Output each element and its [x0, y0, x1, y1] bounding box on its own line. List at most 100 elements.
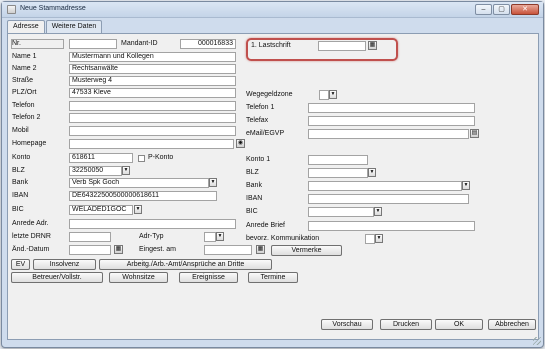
adr-typ-dropdown-icon[interactable]: ▼ — [216, 232, 224, 241]
wegegeldzone-dropdown-icon[interactable]: ▼ — [329, 90, 337, 99]
minimize-button[interactable]: – — [475, 4, 492, 15]
mobil-input[interactable] — [69, 126, 236, 136]
calendar-icon[interactable]: ▦ — [368, 41, 377, 50]
blz-right-label: BLZ — [246, 169, 259, 176]
kommunikation-input[interactable] — [365, 234, 375, 244]
p-konto-checkbox[interactable] — [138, 155, 145, 162]
eingest-am-label: Eingest. am — [139, 246, 176, 253]
bank-label: Bank — [12, 179, 28, 186]
kommunikation-label: bevorz. Kommunikation — [246, 235, 320, 242]
wohnsitze-button[interactable]: Wohnsitze — [109, 272, 168, 283]
mandant-id-label: Mandant-ID — [121, 40, 158, 47]
tab-bar: Adresse Weitere Daten — [7, 20, 103, 34]
bank-dropdown-icon[interactable]: ▼ — [209, 178, 217, 187]
drucken-button[interactable]: Drucken — [380, 319, 432, 330]
email-book-icon[interactable]: ▤ — [470, 129, 479, 138]
bank-right-dropdown-icon[interactable]: ▼ — [462, 181, 470, 190]
telefon2-input[interactable] — [69, 113, 236, 123]
eingest-am-calendar-icon[interactable]: ▦ — [256, 245, 265, 254]
insolvenz-button[interactable]: Insolvenz — [33, 259, 96, 270]
letzte-drnr-input[interactable] — [69, 232, 111, 242]
plz-ort-input[interactable]: 47533 Kleve — [69, 88, 236, 98]
telefax-input[interactable] — [308, 116, 475, 126]
mobil-label: Mobil — [12, 127, 29, 134]
strasse-input[interactable]: Musterweg 4 — [69, 76, 236, 86]
arbeitgeber-ansprueche-button[interactable]: Arbeitg./Arb.-Amt/Ansprüche an Dritte — [99, 259, 272, 270]
bic-right-dropdown-icon[interactable]: ▼ — [374, 207, 382, 216]
vermerke-button[interactable]: Vermerke — [271, 245, 342, 256]
ok-button[interactable]: OK — [435, 319, 483, 330]
konto-input[interactable]: 618611 — [69, 153, 133, 163]
maximize-button[interactable]: ▢ — [493, 4, 510, 15]
anrede-adr-label: Anrede Adr. — [12, 220, 49, 227]
address-panel: Nr. Mandant-ID 000016833 1. Lastschrift … — [7, 33, 539, 340]
kommunikation-dropdown-icon[interactable]: ▼ — [375, 234, 383, 243]
tab-adresse[interactable]: Adresse — [7, 20, 45, 34]
betreuer-vollstr-button[interactable]: Betreuer/Vollstr. — [11, 272, 103, 283]
blz-input[interactable]: 32250050 — [69, 166, 122, 176]
homepage-label: Homepage — [12, 140, 47, 147]
konto-label: Konto — [12, 154, 31, 161]
mandant-id-input[interactable]: 000016833 — [180, 39, 236, 49]
email-egvp-label: eMail/EGVP — [246, 130, 285, 137]
nr-field-frame — [11, 39, 64, 49]
aend-datum-input[interactable] — [69, 245, 111, 255]
bank-right-input[interactable] — [308, 181, 462, 191]
bank-input[interactable]: Verb Spk Goch — [69, 178, 209, 188]
blz-right-input[interactable] — [308, 168, 368, 178]
telefax-label: Telefax — [246, 117, 269, 124]
bic-dropdown-icon[interactable]: ▼ — [134, 205, 142, 214]
bank-right-label: Bank — [246, 182, 262, 189]
anrede-brief-input[interactable] — [308, 221, 475, 231]
ereignisse-button[interactable]: Ereignisse — [179, 272, 238, 283]
bic-label: BIC — [12, 206, 24, 213]
iban-input[interactable]: DE64322500500000618611 — [69, 191, 217, 201]
nr-input[interactable] — [69, 39, 117, 49]
eingest-am-input[interactable] — [204, 245, 252, 255]
homepage-input[interactable] — [69, 139, 234, 149]
resize-grip[interactable] — [533, 337, 541, 345]
adr-typ-label: Adr-Typ — [139, 233, 164, 240]
konto1-input[interactable] — [308, 155, 368, 165]
wegegeldzone-label: Wegegeldzone — [246, 91, 293, 98]
plz-ort-label: PLZ/Ort — [12, 89, 37, 96]
strasse-label: Straße — [12, 77, 34, 84]
main-window: Neue Stammadresse – ▢ ✕ Adresse Weitere … — [1, 1, 544, 348]
telefon1-label: Telefon 1 — [246, 104, 275, 111]
telefon-input[interactable] — [69, 101, 236, 111]
telefon-label: Telefon — [12, 102, 35, 109]
bic-right-input[interactable] — [308, 207, 374, 217]
lastschrift-label: 1. Lastschrift — [251, 42, 291, 49]
name1-label: Name 1 — [12, 53, 37, 60]
iban-label: IBAN — [12, 192, 29, 199]
window-title: Neue Stammadresse — [20, 5, 86, 12]
app-icon — [7, 5, 16, 14]
ev-button[interactable]: EV — [11, 259, 30, 270]
telefon1-input[interactable] — [308, 103, 475, 113]
telefon2-label: Telefon 2 — [12, 114, 41, 121]
tab-weitere-daten[interactable]: Weitere Daten — [45, 20, 103, 33]
name1-input[interactable]: Mustermann und Kollegen — [69, 52, 236, 62]
adr-typ-input[interactable] — [204, 232, 216, 242]
wegegeldzone-input[interactable] — [319, 90, 329, 100]
globe-icon[interactable]: ◉ — [236, 139, 245, 148]
letzte-drnr-label: letzte DRNR — [12, 233, 51, 240]
abbrechen-button[interactable]: Abbrechen — [488, 319, 536, 330]
blz-dropdown-icon[interactable]: ▼ — [122, 166, 130, 175]
anrede-brief-label: Anrede Brief — [246, 222, 285, 229]
blz-right-dropdown-icon[interactable]: ▼ — [368, 168, 376, 177]
name2-input[interactable]: Rechtsanwälte — [69, 64, 236, 74]
p-konto-label: P-Konto — [148, 154, 174, 161]
vorschau-button[interactable]: Vorschau — [321, 319, 373, 330]
lastschrift-input[interactable] — [318, 41, 366, 51]
email-egvp-input[interactable] — [308, 129, 469, 139]
close-button[interactable]: ✕ — [511, 4, 539, 15]
termine-button[interactable]: Termine — [248, 272, 298, 283]
anrede-adr-input[interactable] — [69, 219, 236, 229]
iban-right-label: IBAN — [246, 195, 263, 202]
aend-datum-calendar-icon[interactable]: ▦ — [114, 245, 123, 254]
iban-right-input[interactable] — [308, 194, 469, 204]
title-bar[interactable]: Neue Stammadresse – ▢ ✕ — [2, 2, 543, 18]
bic-input[interactable]: WELADED1GOC — [69, 205, 133, 215]
name2-label: Name 2 — [12, 65, 37, 72]
